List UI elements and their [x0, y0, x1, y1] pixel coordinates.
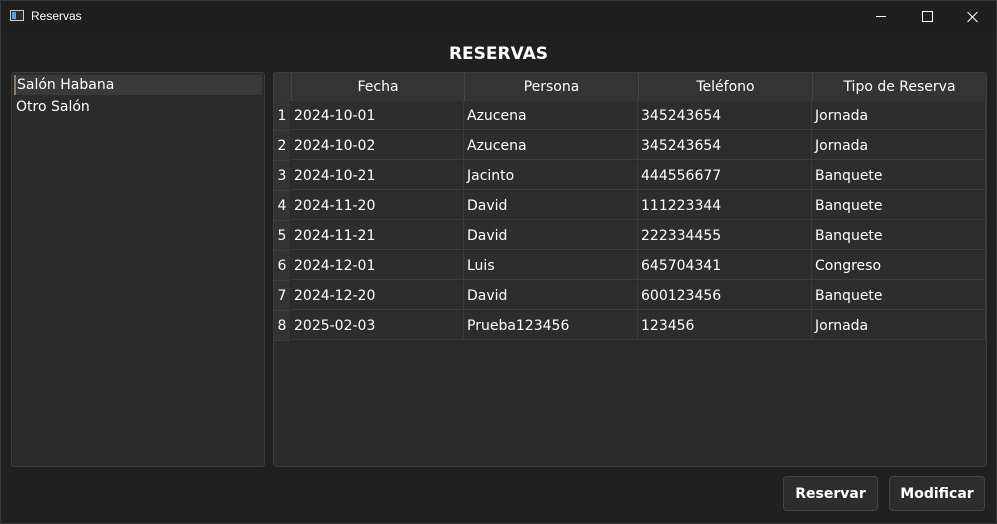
- close-button[interactable]: [950, 1, 996, 32]
- row-number[interactable]: 6: [274, 251, 290, 281]
- app-icon: [10, 10, 24, 21]
- salon-item[interactable]: Salón Habana: [14, 75, 262, 95]
- row-number[interactable]: 7: [274, 281, 290, 311]
- row-number[interactable]: 1: [274, 101, 290, 131]
- row-number[interactable]: 3: [274, 161, 290, 191]
- cell-tipo[interactable]: Banquete: [812, 161, 986, 190]
- table-row[interactable]: 3 2024-10-21 Jacinto 444556677 Banquete: [274, 161, 986, 191]
- cell-tipo[interactable]: Jornada: [812, 131, 986, 160]
- cell-fecha[interactable]: 2024-11-20: [291, 191, 464, 220]
- cell-telefono[interactable]: 645704341: [638, 251, 812, 280]
- cell-fecha[interactable]: 2024-10-01: [291, 101, 464, 130]
- cell-telefono[interactable]: 111223344: [638, 191, 812, 220]
- reservations-table[interactable]: Fecha Persona Teléfono Tipo de Reserva 1…: [273, 72, 987, 467]
- cell-telefono[interactable]: 345243654: [638, 101, 812, 130]
- cell-persona[interactable]: Prueba123456: [464, 311, 638, 340]
- column-header-telefono[interactable]: Teléfono: [638, 73, 812, 101]
- cell-tipo[interactable]: Banquete: [812, 281, 986, 310]
- cell-persona[interactable]: Jacinto: [464, 161, 638, 190]
- cell-telefono[interactable]: 345243654: [638, 131, 812, 160]
- table-row[interactable]: 4 2024-11-20 David 111223344 Banquete: [274, 191, 986, 221]
- cell-fecha[interactable]: 2024-12-01: [291, 251, 464, 280]
- cell-fecha[interactable]: 2024-12-20: [291, 281, 464, 310]
- row-number[interactable]: 4: [274, 191, 290, 221]
- salon-item[interactable]: Otro Salón: [14, 97, 262, 117]
- table-row[interactable]: 5 2024-11-21 David 222334455 Banquete: [274, 221, 986, 251]
- cell-telefono[interactable]: 444556677: [638, 161, 812, 190]
- cell-fecha[interactable]: 2024-11-21: [291, 221, 464, 250]
- salon-list[interactable]: Salón Habana Otro Salón: [11, 72, 265, 467]
- table-row[interactable]: 8 2025-02-03 Prueba123456 123456 Jornada: [274, 311, 986, 341]
- page-title: RESERVAS: [448, 44, 549, 64]
- row-number[interactable]: 2: [274, 131, 290, 161]
- cell-fecha[interactable]: 2024-10-21: [291, 161, 464, 190]
- table-row[interactable]: 1 2024-10-01 Azucena 345243654 Jornada: [274, 101, 986, 131]
- row-number[interactable]: 8: [274, 311, 290, 341]
- cell-tipo[interactable]: Banquete: [812, 191, 986, 220]
- reservar-button[interactable]: Reservar: [783, 476, 878, 511]
- cell-persona[interactable]: David: [464, 221, 638, 250]
- column-header-fecha[interactable]: Fecha: [291, 73, 464, 101]
- title-bar[interactable]: Reservas: [1, 1, 996, 32]
- corner-button[interactable]: [274, 73, 291, 101]
- cell-telefono[interactable]: 222334455: [638, 221, 812, 250]
- table-row[interactable]: 2 2024-10-02 Azucena 345243654 Jornada: [274, 131, 986, 161]
- window-title: Reservas: [31, 9, 82, 23]
- minimize-icon: [876, 16, 886, 17]
- cell-persona[interactable]: David: [464, 281, 638, 310]
- cell-telefono[interactable]: 600123456: [638, 281, 812, 310]
- table-row[interactable]: 7 2024-12-20 David 600123456 Banquete: [274, 281, 986, 311]
- cell-tipo[interactable]: Jornada: [812, 311, 986, 340]
- close-icon: [967, 11, 979, 23]
- cell-persona[interactable]: Luis: [464, 251, 638, 280]
- modificar-button[interactable]: Modificar: [889, 476, 985, 511]
- cell-persona[interactable]: David: [464, 191, 638, 220]
- cell-tipo[interactable]: Congreso: [812, 251, 986, 280]
- cell-telefono[interactable]: 123456: [638, 311, 812, 340]
- column-header-tipo[interactable]: Tipo de Reserva: [812, 73, 986, 101]
- cell-persona[interactable]: Azucena: [464, 101, 638, 130]
- cell-tipo[interactable]: Banquete: [812, 221, 986, 250]
- maximize-icon: [921, 11, 933, 22]
- column-header-persona[interactable]: Persona: [464, 73, 638, 101]
- minimize-button[interactable]: [858, 1, 904, 32]
- maximize-button[interactable]: [904, 1, 950, 32]
- cell-persona[interactable]: Azucena: [464, 131, 638, 160]
- table-header: Fecha Persona Teléfono Tipo de Reserva: [274, 73, 986, 101]
- cell-tipo[interactable]: Jornada: [812, 101, 986, 130]
- table-row[interactable]: 6 2024-12-01 Luis 645704341 Congreso: [274, 251, 986, 281]
- cell-fecha[interactable]: 2024-10-02: [291, 131, 464, 160]
- cell-fecha[interactable]: 2025-02-03: [291, 311, 464, 340]
- row-number[interactable]: 5: [274, 221, 290, 251]
